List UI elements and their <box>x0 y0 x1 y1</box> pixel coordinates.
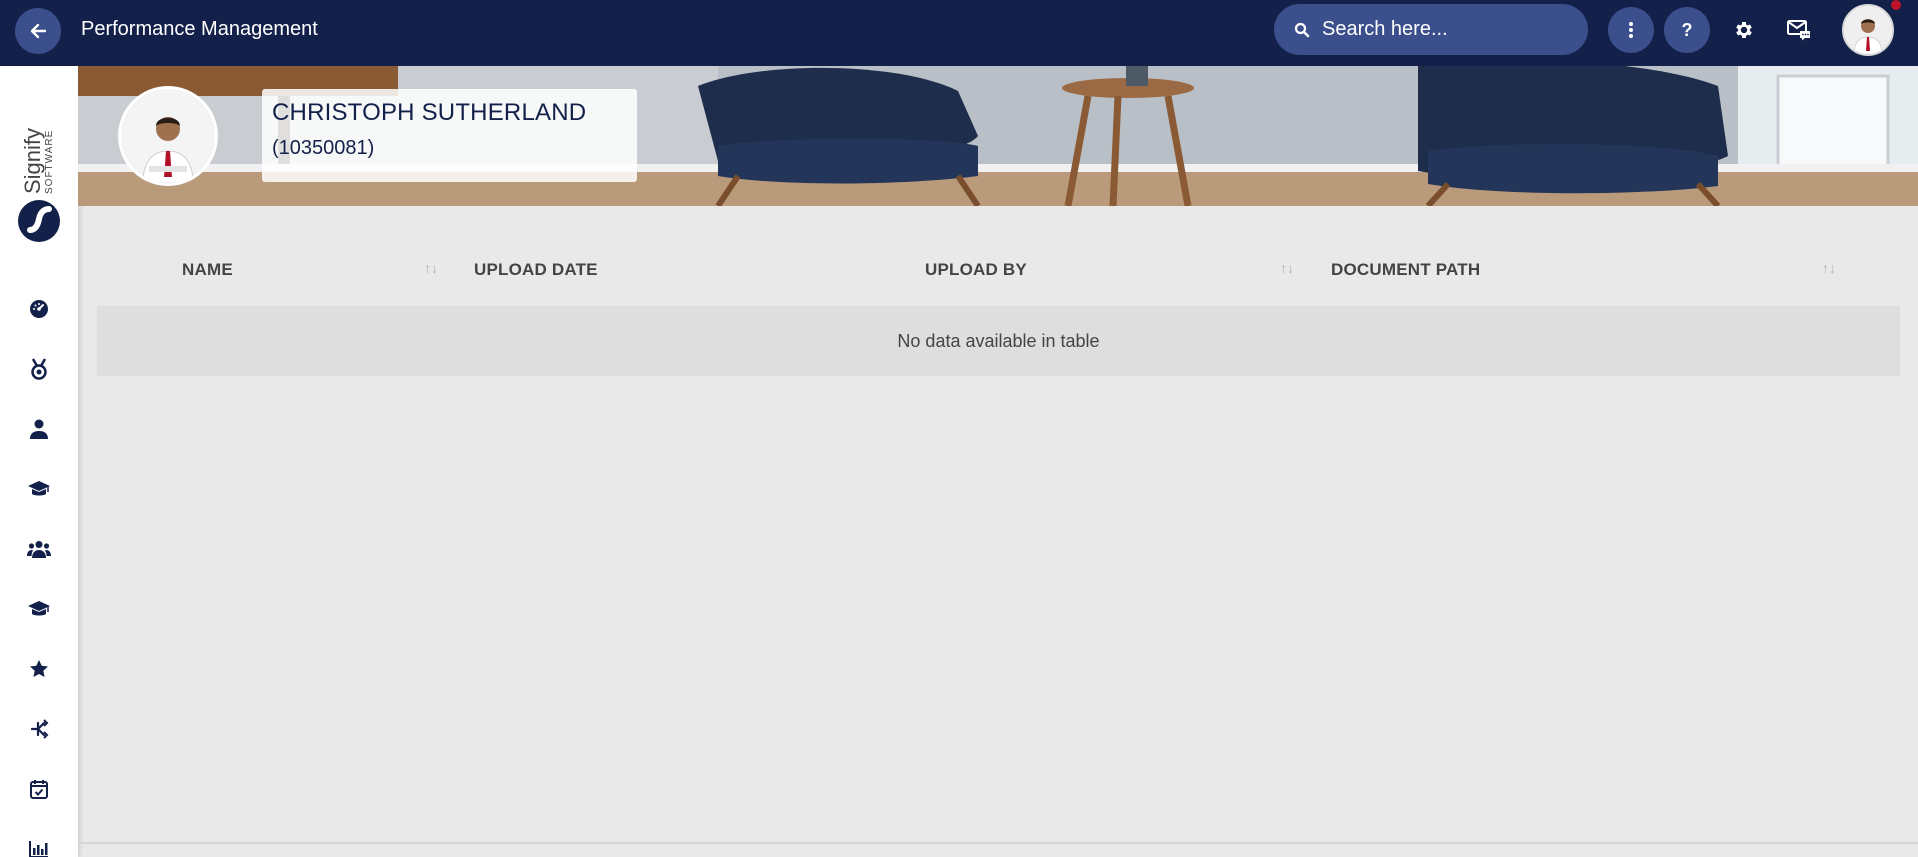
back-button[interactable] <box>15 8 61 54</box>
column-header-name[interactable]: NAME <box>182 260 233 280</box>
sidebar-item-favorites[interactable] <box>24 654 54 684</box>
column-header-document-path[interactable]: DOCUMENT PATH <box>1331 260 1480 280</box>
search-box[interactable] <box>1274 4 1588 55</box>
table-header: NAME ↑↓ UPLOAD DATE UPLOAD BY ↑↓ DOCUMEN… <box>97 238 1900 306</box>
signify-logo-icon <box>18 200 60 242</box>
sidebar: Signify SOFTWARE <box>0 66 78 857</box>
footer-divider <box>78 842 1918 844</box>
search-icon <box>1294 22 1310 37</box>
team-icon <box>27 541 51 558</box>
graduation-cap-icon <box>28 601 50 616</box>
logo-brand-subtitle: SOFTWARE <box>44 129 55 194</box>
sidebar-item-dashboard[interactable] <box>24 294 54 324</box>
hierarchy-icon <box>30 719 49 739</box>
sidebar-item-awards[interactable] <box>24 354 54 384</box>
table-empty-row: No data available in table <box>97 306 1900 376</box>
sidebar-item-profile[interactable] <box>24 414 54 444</box>
search-input[interactable] <box>1322 18 1562 41</box>
user-avatar[interactable] <box>1842 4 1894 56</box>
sidebar-item-training[interactable] <box>24 474 54 504</box>
empty-table-message: No data available in table <box>897 330 1100 351</box>
question-mark-icon: ? <box>1681 19 1693 40</box>
more-options-button[interactable] <box>1608 7 1654 53</box>
sort-icon[interactable]: ↑↓ <box>1280 260 1294 276</box>
sidebar-item-team[interactable] <box>24 534 54 564</box>
employee-id: (10350081) <box>272 137 375 159</box>
app-title: Performance Management <box>81 18 318 40</box>
settings-button[interactable] <box>1727 13 1761 47</box>
mail-chat-icon <box>1787 20 1810 41</box>
notification-badge <box>1891 0 1901 10</box>
calendar-check-icon <box>30 780 48 799</box>
person-photo-icon <box>121 89 215 183</box>
sort-desc-icon[interactable]: ↑↓ <box>424 260 438 276</box>
gear-icon <box>1736 22 1752 38</box>
column-header-upload-by[interactable]: UPLOAD BY <box>925 260 1027 280</box>
more-vertical-icon <box>1629 22 1633 38</box>
graduation-cap-icon <box>28 481 50 496</box>
bar-chart-icon <box>29 841 48 857</box>
employee-name: CHRISTOPH SUTHERLAND <box>272 99 587 126</box>
sidebar-item-hierarchy[interactable] <box>24 714 54 744</box>
profile-avatar <box>118 86 218 186</box>
help-button[interactable]: ? <box>1664 7 1710 53</box>
medal-icon <box>31 358 47 380</box>
logo-brand-name: Signify <box>20 127 45 194</box>
sidebar-item-courses[interactable] <box>24 594 54 624</box>
profile-name-card: CHRISTOPH SUTHERLAND (10350081) <box>262 89 637 182</box>
messages-button[interactable] <box>1782 13 1816 47</box>
top-navbar: Performance Management ? <box>0 0 1918 66</box>
sidebar-item-reports[interactable] <box>24 834 54 857</box>
star-icon <box>30 660 48 677</box>
arrow-left-icon <box>30 23 47 39</box>
documents-table: NAME ↑↓ UPLOAD DATE UPLOAD BY ↑↓ DOCUMEN… <box>97 238 1900 376</box>
sidebar-item-calendar[interactable] <box>24 774 54 804</box>
sort-icon[interactable]: ↑↓ <box>1822 260 1836 276</box>
column-header-upload-date[interactable]: UPLOAD DATE <box>474 260 598 280</box>
person-photo-icon <box>1844 6 1892 54</box>
dashboard-icon <box>30 300 48 318</box>
person-icon <box>30 419 48 439</box>
